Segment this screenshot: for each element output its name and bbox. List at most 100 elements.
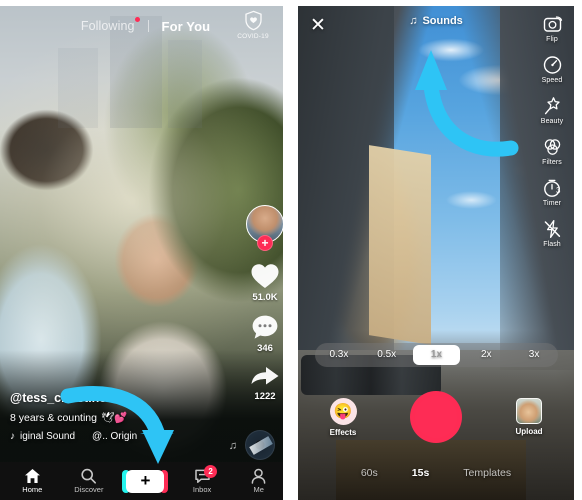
camera-tool-rail: Flip Speed Beauty Filters 3 Timer Flash [534,14,570,248]
follow-button[interactable]: + [257,235,273,251]
like-button[interactable]: 51.0K [250,262,280,303]
sounds-button[interactable]: ♫ Sounds [409,15,463,27]
camera-frame-left [291,0,298,500]
tool-timer[interactable]: 3 Timer [534,178,570,207]
like-count: 51.0K [252,292,278,303]
following-notification-dot [134,17,140,22]
video-description: 8 years & counting 🕊💕 [10,411,215,425]
share-arrow-icon [251,367,279,385]
comment-count: 346 [257,343,273,354]
person-icon [251,468,266,484]
upload-button[interactable]: Upload [506,398,552,436]
comment-button[interactable]: 346 [251,314,279,354]
tool-label-beauty: Beauty [540,118,564,125]
effects-button[interactable]: 😜 Effects [320,397,366,437]
camera-top-bar: ✕ ♫ Sounds [298,6,574,46]
filters-circles-icon [544,139,560,155]
tool-flash[interactable]: Flash [534,219,570,248]
flash-off-icon [544,219,560,239]
tab-following[interactable]: Following [80,17,140,33]
nav-item-me[interactable]: Me [235,468,283,494]
video-description-text: 8 years & counting [10,411,97,424]
nav-label-inbox: Inbox [192,485,212,494]
music-note-decoration-left: ♫ [228,440,237,452]
camera-controls: 😜 Effects Upload [298,382,574,452]
speed-option-1x[interactable]: 1x [412,345,461,365]
effects-label: Effects [329,427,357,437]
creator-avatar-button[interactable]: + [246,205,284,251]
tool-label-speed: Speed [541,77,563,84]
tab-divider [147,20,149,32]
screenshot-root: Following For You COVID-19 + 51.0K 346 1… [0,0,582,500]
mode-tab-15s[interactable]: 15s [412,467,430,479]
nav-item-inbox[interactable]: 2 Inbox [178,465,226,494]
timer-icon: 3 [543,179,561,197]
tool-speed[interactable]: Speed [534,55,570,84]
close-camera-button[interactable]: ✕ [310,16,326,35]
tool-label-timer: Timer [542,200,562,207]
speed-option-2x[interactable]: 2x [462,345,510,365]
speedometer-icon [543,56,561,74]
gallery-thumbnail [516,398,542,424]
feed-tabs: Following For You [80,17,211,34]
bottom-navigation: Home Discover + 2 Inbox Me [0,462,291,500]
music-author: @.. Origin [92,431,138,442]
music-note-icon: ♪ [10,431,15,442]
shield-heart-icon [244,10,262,31]
feed-action-rail: + 51.0K 346 1222 [246,205,284,402]
upload-label: Upload [515,427,543,436]
plus-icon: + [140,470,151,490]
covid-info-button[interactable]: COVID-19 [233,10,273,40]
svg-text:3: 3 [556,186,561,195]
speed-selector: 0.3x 0.5x 1x 2x 3x [315,343,558,367]
tool-label-flash: Flash [543,241,561,248]
smiley-face-icon: 😜 [329,397,357,425]
mode-tab-60s[interactable]: 60s [361,467,378,479]
speed-option-0.5x[interactable]: 0.5x [363,345,411,365]
tiktok-feed-screen: Following For You COVID-19 + 51.0K 346 1… [0,0,291,500]
share-count: 1222 [254,391,276,402]
caption-emoji: 🕊💕 [100,412,128,424]
music-info[interactable]: ♪ iginal Sound @.. Origin [10,431,215,442]
speed-option-3x[interactable]: 3x [510,345,558,365]
panel-frame-top [0,0,291,6]
record-button[interactable] [410,391,462,443]
beauty-wand-icon [544,97,560,115]
street-building-center [369,145,431,345]
panel-frame-right [283,0,291,500]
tab-following-label: Following [80,19,135,33]
tool-beauty[interactable]: Beauty [534,96,570,125]
search-icon [81,468,97,484]
speed-option-0.3x[interactable]: 0.3x [315,345,363,365]
tool-label-flip: Flip [546,36,558,43]
share-button[interactable]: 1222 [250,365,280,402]
camera-frame-top [291,0,582,6]
vinyl-record-icon[interactable] [245,430,275,460]
nav-label-me: Me [253,485,264,494]
nav-item-home[interactable]: Home [8,468,56,494]
tool-label-filters: Filters [542,159,562,166]
mode-tab-templates[interactable]: Templates [463,467,511,479]
tool-flip[interactable]: Flip [534,14,570,43]
nav-item-create[interactable]: + [121,469,169,493]
nav-label-discover: Discover [74,485,104,494]
nav-item-discover[interactable]: Discover [65,468,113,494]
heart-icon [251,264,279,288]
nav-label-home: Home [22,485,43,494]
inbox-badge: 2 [204,465,218,478]
creator-username[interactable]: @tess_christine [10,391,215,405]
video-caption-block: @tess_christine 8 years & counting 🕊💕 ♪ … [10,391,215,442]
create-video-button[interactable]: + [122,469,169,493]
tab-for-you[interactable]: For You [162,19,211,34]
music-note-icon: ♫ [409,15,418,27]
home-icon [24,469,40,483]
camera-frame-right [574,0,582,500]
covid-label: COVID-19 [237,33,269,40]
tab-for-you-label: For You [161,18,211,34]
tool-filters[interactable]: Filters [534,137,570,166]
capture-mode-tabs: 60s 15s Templates [298,462,574,484]
flip-camera-icon [543,16,562,32]
tiktok-camera-screen: ✕ ♫ Sounds Flip Speed Beauty Filters 3 T… [291,0,582,500]
sounds-label: Sounds [422,15,463,27]
music-title: iginal Sound [20,431,76,442]
